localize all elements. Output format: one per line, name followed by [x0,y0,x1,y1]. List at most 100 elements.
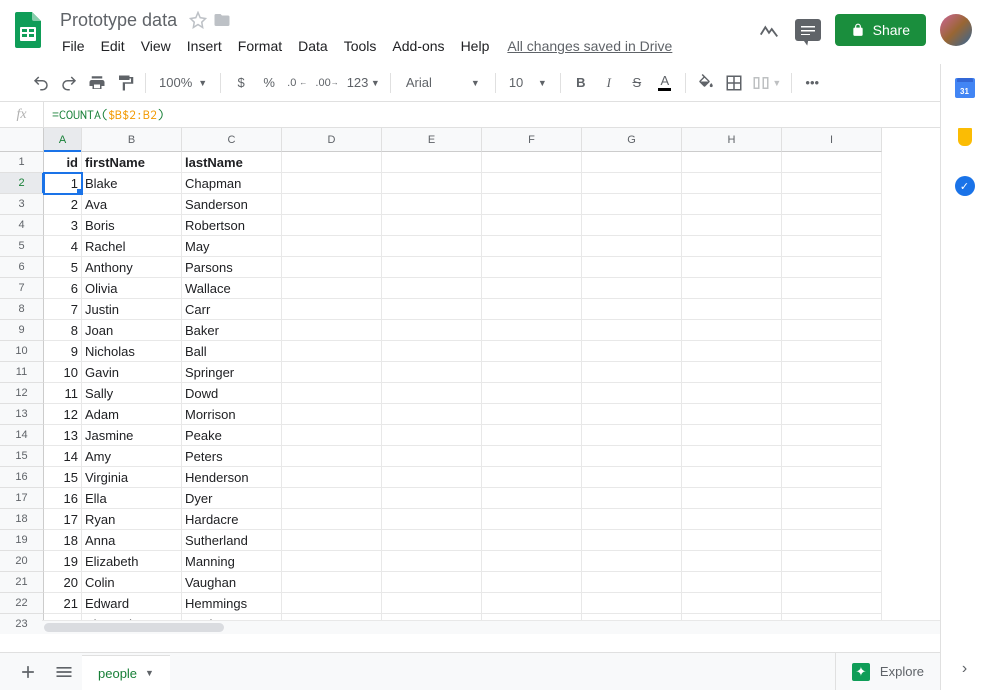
undo-button[interactable] [28,70,54,96]
strike-button[interactable]: S [624,70,650,96]
cell-H13[interactable] [682,404,782,425]
cell-C3[interactable]: Sanderson [182,194,282,215]
cell-D16[interactable] [282,467,382,488]
cell-H11[interactable] [682,362,782,383]
fill-color-button[interactable] [693,70,719,96]
cell-E8[interactable] [382,299,482,320]
side-panel-toggle[interactable]: › [962,660,967,678]
cell-F16[interactable] [482,467,582,488]
fx-icon[interactable]: fx [0,102,44,127]
row-header-20[interactable]: 20 [0,551,44,572]
cell-C2[interactable]: Chapman [182,173,282,194]
cell-F6[interactable] [482,257,582,278]
cell-F1[interactable] [482,152,582,173]
cell-G18[interactable] [582,509,682,530]
cell-G9[interactable] [582,320,682,341]
cell-F5[interactable] [482,236,582,257]
cell-H19[interactable] [682,530,782,551]
cell-B13[interactable]: Adam [82,404,182,425]
doc-title[interactable]: Prototype data [54,8,183,33]
cell-A8[interactable]: 7 [44,299,82,320]
cell-A22[interactable]: 21 [44,593,82,614]
cell-G14[interactable] [582,425,682,446]
font-size-dropdown[interactable]: 10▼ [503,70,553,96]
move-folder-icon[interactable] [213,11,231,29]
cell-A2[interactable]: 1 [44,173,82,194]
cell-I21[interactable] [782,572,882,593]
cell-C13[interactable]: Morrison [182,404,282,425]
cell-B14[interactable]: Jasmine [82,425,182,446]
cell-C6[interactable]: Parsons [182,257,282,278]
cell-G21[interactable] [582,572,682,593]
cell-D17[interactable] [282,488,382,509]
cell-G6[interactable] [582,257,682,278]
cell-G8[interactable] [582,299,682,320]
cell-F9[interactable] [482,320,582,341]
cell-H12[interactable] [682,383,782,404]
cell-D7[interactable] [282,278,382,299]
cell-H22[interactable] [682,593,782,614]
row-header-22[interactable]: 22 [0,593,44,614]
cell-B3[interactable]: Ava [82,194,182,215]
cell-F10[interactable] [482,341,582,362]
text-color-button[interactable]: A [652,70,678,96]
cell-B8[interactable]: Justin [82,299,182,320]
cell-A7[interactable]: 6 [44,278,82,299]
cell-A20[interactable]: 19 [44,551,82,572]
col-header-A[interactable]: A [44,128,82,152]
cell-C16[interactable]: Henderson [182,467,282,488]
cell-I4[interactable] [782,215,882,236]
cell-E16[interactable] [382,467,482,488]
row-header-5[interactable]: 5 [0,236,44,257]
cell-C4[interactable]: Robertson [182,215,282,236]
row-header-6[interactable]: 6 [0,257,44,278]
cell-D18[interactable] [282,509,382,530]
row-header-11[interactable]: 11 [0,362,44,383]
cell-H18[interactable] [682,509,782,530]
cell-D2[interactable] [282,173,382,194]
cell-B21[interactable]: Colin [82,572,182,593]
cell-A21[interactable]: 20 [44,572,82,593]
cell-G7[interactable] [582,278,682,299]
cell-C19[interactable]: Sutherland [182,530,282,551]
cell-F20[interactable] [482,551,582,572]
cell-C5[interactable]: May [182,236,282,257]
cell-D5[interactable] [282,236,382,257]
cell-E2[interactable] [382,173,482,194]
cell-A16[interactable]: 15 [44,467,82,488]
font-dropdown[interactable]: Arial▼ [398,70,488,96]
col-header-H[interactable]: H [682,128,782,152]
horizontal-scrollbar[interactable] [42,620,974,634]
cell-G13[interactable] [582,404,682,425]
cell-C11[interactable]: Springer [182,362,282,383]
row-header-8[interactable]: 8 [0,299,44,320]
cell-E9[interactable] [382,320,482,341]
menu-insert[interactable]: Insert [179,34,230,58]
cell-B11[interactable]: Gavin [82,362,182,383]
row-header-9[interactable]: 9 [0,320,44,341]
cell-D9[interactable] [282,320,382,341]
cell-B12[interactable]: Sally [82,383,182,404]
cell-I13[interactable] [782,404,882,425]
cell-A14[interactable]: 13 [44,425,82,446]
cell-D12[interactable] [282,383,382,404]
cell-B6[interactable]: Anthony [82,257,182,278]
sheets-logo[interactable] [8,10,48,50]
cell-D6[interactable] [282,257,382,278]
cell-B19[interactable]: Anna [82,530,182,551]
cell-G5[interactable] [582,236,682,257]
cell-C15[interactable]: Peters [182,446,282,467]
menu-help[interactable]: Help [453,34,498,58]
cell-I10[interactable] [782,341,882,362]
decrease-decimal-button[interactable]: .0 ← [284,70,310,96]
menu-tools[interactable]: Tools [336,34,385,58]
more-toolbar-button[interactable]: ••• [799,70,825,96]
cell-C10[interactable]: Ball [182,341,282,362]
cell-F14[interactable] [482,425,582,446]
cell-E18[interactable] [382,509,482,530]
cell-C9[interactable]: Baker [182,320,282,341]
cell-F19[interactable] [482,530,582,551]
row-header-15[interactable]: 15 [0,446,44,467]
row-header-23[interactable]: 23 [0,614,44,634]
cell-G20[interactable] [582,551,682,572]
